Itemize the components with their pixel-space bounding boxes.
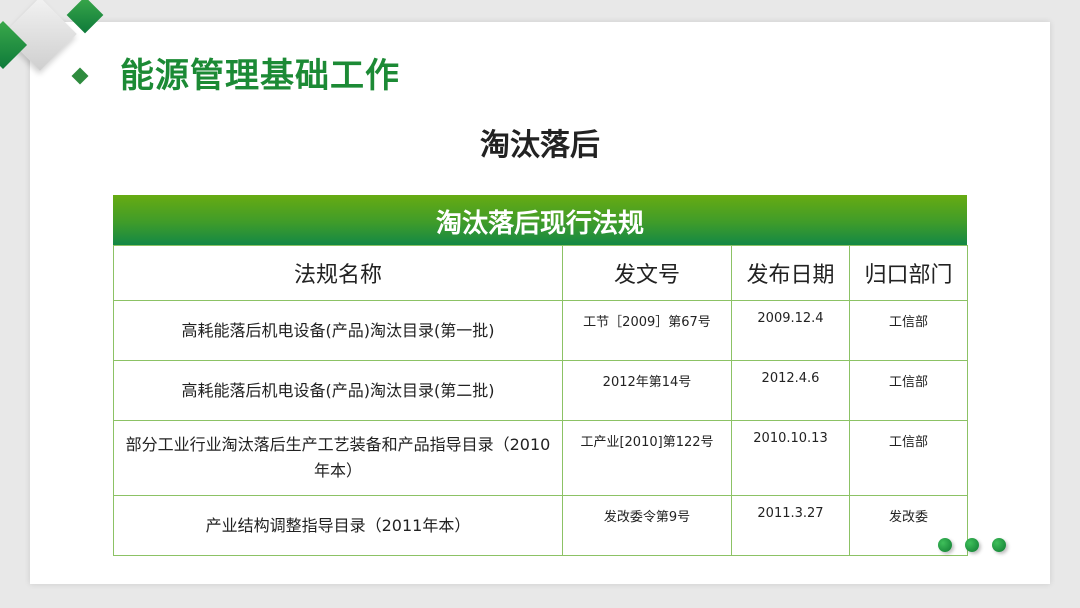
cell-name: 部分工业行业淘汰落后生产工艺装备和产品指导目录（2010年本） <box>113 420 563 496</box>
table-row: 部分工业行业淘汰落后生产工艺装备和产品指导目录（2010年本） 工产业[2010… <box>113 420 968 496</box>
regulations-table-container: 淘汰落后现行法规 法规名称 发文号 发布日期 归口部门 高耗能落后机电设备(产品… <box>113 195 968 556</box>
cell-doc-no: 工节［2009］第67号 <box>562 300 732 361</box>
cell-date: 2011.3.27 <box>731 495 850 556</box>
table-row: 高耗能落后机电设备(产品)淘汰目录(第二批) 2012年第14号 2012.4.… <box>113 360 968 421</box>
table-row: 产业结构调整指导目录（2011年本） 发改委令第9号 2011.3.27 发改委 <box>113 495 968 556</box>
header-doc-no: 发文号 <box>562 245 732 301</box>
cell-name: 高耗能落后机电设备(产品)淘汰目录(第一批) <box>113 300 563 361</box>
decor-dot <box>992 538 1006 552</box>
cell-doc-no: 发改委令第9号 <box>562 495 732 556</box>
table-row: 高耗能落后机电设备(产品)淘汰目录(第一批) 工节［2009］第67号 2009… <box>113 300 968 361</box>
header-name: 法规名称 <box>113 245 563 301</box>
decor-dot <box>938 538 952 552</box>
cell-date: 2009.12.4 <box>731 300 850 361</box>
cell-name: 产业结构调整指导目录（2011年本） <box>113 495 563 556</box>
cell-dept: 工信部 <box>849 300 968 361</box>
regulations-table: 法规名称 发文号 发布日期 归口部门 高耗能落后机电设备(产品)淘汰目录(第一批… <box>113 245 968 556</box>
cell-name: 高耗能落后机电设备(产品)淘汰目录(第二批) <box>113 360 563 421</box>
table-header-row: 法规名称 发文号 发布日期 归口部门 <box>113 245 968 301</box>
cell-date: 2012.4.6 <box>731 360 850 421</box>
decor-dot <box>965 538 979 552</box>
header-dept: 归口部门 <box>849 245 968 301</box>
cell-dept: 工信部 <box>849 360 968 421</box>
cell-date: 2010.10.13 <box>731 420 850 496</box>
table-banner: 淘汰落后现行法规 <box>113 195 967 245</box>
page-title: 能源管理基础工作 <box>120 56 400 96</box>
header-date: 发布日期 <box>731 245 850 301</box>
cell-doc-no: 2012年第14号 <box>562 360 732 421</box>
cell-dept: 工信部 <box>849 420 968 496</box>
cell-doc-no: 工产业[2010]第122号 <box>562 420 732 496</box>
section-title: 淘汰落后 <box>480 128 600 163</box>
